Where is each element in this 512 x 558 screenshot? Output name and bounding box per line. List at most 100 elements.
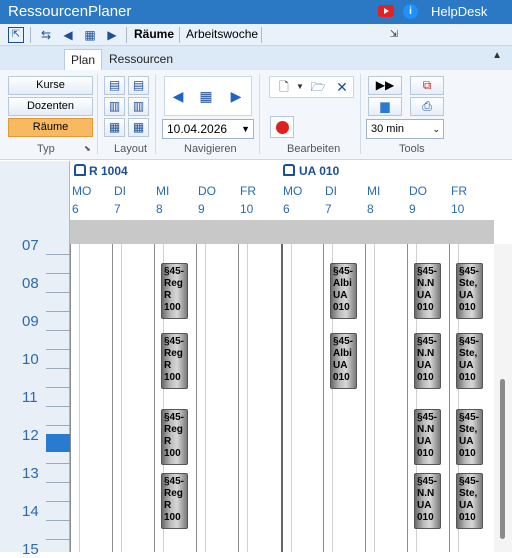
appointment[interactable]: §45- N.N UA 010 <box>414 473 441 529</box>
appointment[interactable]: §45- Ste, UA 010 <box>456 333 483 389</box>
appointment[interactable]: §45- Ste, UA 010 <box>456 409 483 465</box>
appointment[interactable]: §45- Reg R 100 <box>161 263 188 319</box>
nav-right-icon[interactable]: ▶ <box>104 27 120 43</box>
appointment-line: Ste, <box>459 348 478 359</box>
date-picker[interactable]: 10.04.2026 ▼ <box>162 119 254 139</box>
chevron-down-icon[interactable]: ⌄ <box>432 120 440 138</box>
separator <box>360 74 361 154</box>
appointment-line: 100 <box>164 448 181 459</box>
day-name: FR <box>240 184 256 198</box>
separator <box>155 74 156 154</box>
view-arbeitswoche-button[interactable]: Arbeitswoche <box>186 27 258 41</box>
appointment[interactable]: §45- Reg R 100 <box>161 473 188 529</box>
appointment[interactable]: §45- N.N UA 010 <box>414 333 441 389</box>
info-icon[interactable]: i <box>403 4 418 19</box>
typ-dozenten-button[interactable]: Dozenten <box>8 97 93 116</box>
fast-forward-icon[interactable]: ▶▶ <box>368 76 402 95</box>
nav-left-icon[interactable]: ◀ <box>60 27 76 43</box>
pin-window-icon[interactable]: ⇱ <box>8 27 24 43</box>
calendar-icon[interactable]: ▦ <box>82 27 98 43</box>
group-label-tools: Tools <box>399 143 425 155</box>
calendar-view: R 1004 UA 010 MO 6 DI 7 MI 8 DO 9 FR 10 … <box>0 161 512 558</box>
hour-label: 12 <box>22 427 39 444</box>
appointment-line: R <box>164 436 172 447</box>
appointment-line: 100 <box>164 372 181 383</box>
nav-prev-icon[interactable]: ◀ <box>170 88 186 104</box>
day-column[interactable] <box>238 244 281 552</box>
helpdesk-link[interactable]: HelpDesk <box>431 4 487 19</box>
calendar-today-icon[interactable]: ▦ <box>198 88 214 104</box>
hour-rule <box>46 482 70 483</box>
scrollbar-thumb[interactable] <box>500 379 505 539</box>
tab-ressourcen[interactable]: Ressourcen <box>103 49 179 70</box>
copy-icon[interactable]: ⧉ <box>410 76 444 95</box>
layout-columns-icon[interactable]: ▦ <box>128 118 149 137</box>
tab-plan[interactable]: Plan <box>64 49 103 70</box>
hour-rule <box>46 425 70 426</box>
typ-kurse-button[interactable]: Kurse <box>8 76 93 95</box>
day-number: 7 <box>114 202 121 216</box>
appointment[interactable]: §45- N.N UA 010 <box>414 409 441 465</box>
appointment[interactable]: §45- Albi UA 010 <box>330 263 357 319</box>
typ-raume-button[interactable]: Räume <box>8 118 93 137</box>
open-folder-icon[interactable]: 🗁 <box>310 79 326 95</box>
hour-label: 09 <box>22 313 39 330</box>
appointment[interactable]: §45- Reg R 100 <box>161 409 188 465</box>
appointment-line: Albi <box>333 348 352 359</box>
chevron-down-icon[interactable]: ▼ <box>241 120 250 138</box>
hour-label: 15 <box>22 541 39 558</box>
day-column[interactable] <box>281 244 323 552</box>
vertical-scrollbar[interactable] <box>494 244 512 552</box>
separator <box>126 27 127 43</box>
time-gutter: 07 08 09 10 11 12 13 14 15 <box>0 237 70 558</box>
appointment-line: 010 <box>333 372 350 383</box>
appointment-line: 010 <box>459 372 476 383</box>
appointment-line: Reg <box>164 424 183 435</box>
hour-rule <box>46 292 70 293</box>
record-button[interactable] <box>270 116 294 138</box>
appointment[interactable]: §45- Ste, UA 010 <box>456 263 483 319</box>
appointment-line: Reg <box>164 348 183 359</box>
interval-select[interactable]: 30 min ⌄ <box>366 119 444 139</box>
appointment-line: N.N <box>417 488 435 499</box>
appointment-line: §45- <box>417 336 438 347</box>
print-icon[interactable]: ⎙ <box>410 97 444 116</box>
youtube-icon[interactable] <box>378 5 394 17</box>
nav-next-icon[interactable]: ▶ <box>228 88 244 104</box>
appointment-line: Reg <box>164 278 183 289</box>
separator <box>259 74 260 154</box>
day-number: 9 <box>198 202 205 216</box>
collapse-ribbon-icon[interactable]: ▲ <box>492 50 502 61</box>
refresh-icon[interactable]: ⇆ <box>38 27 54 43</box>
delete-icon[interactable]: ✕ <box>334 79 350 95</box>
day-name: DI <box>325 184 337 198</box>
day-number: 7 <box>325 202 332 216</box>
appointment[interactable]: §45- N.N UA 010 <box>414 263 441 319</box>
layout-timeline-icon[interactable]: ▦ <box>104 118 125 137</box>
day-column[interactable] <box>112 244 154 552</box>
appointment[interactable]: §45- Reg R 100 <box>161 333 188 389</box>
day-column[interactable] <box>365 244 407 552</box>
hour-rule <box>46 349 70 350</box>
all-day-row[interactable] <box>70 220 494 244</box>
layout-week-icon[interactable]: ▤ <box>128 76 149 95</box>
layout-day-icon[interactable]: ▤ <box>104 76 125 95</box>
appointment-line: Albi <box>333 278 352 289</box>
new-item-icon[interactable]: 🗋 <box>276 79 292 95</box>
appointment-line: §45- <box>333 266 354 277</box>
appointment[interactable]: §45- Albi UA 010 <box>330 333 357 389</box>
separator <box>261 27 262 43</box>
layout-month-icon[interactable]: ▥ <box>128 97 149 116</box>
separator <box>30 27 31 43</box>
appointment-line: 010 <box>417 448 434 459</box>
day-column[interactable] <box>196 244 238 552</box>
view-raume-button[interactable]: Räume <box>134 27 174 41</box>
day-column[interactable] <box>70 244 112 552</box>
hour-label: 14 <box>22 503 39 520</box>
bar-chart-icon[interactable]: ▆ <box>368 97 402 116</box>
new-item-dropdown-icon[interactable]: ▼ <box>292 79 308 95</box>
day-name: MI <box>367 184 381 198</box>
layout-workweek-icon[interactable]: ▥ <box>104 97 125 116</box>
dialog-launcher-icon[interactable]: ⬊ <box>84 144 91 153</box>
appointment[interactable]: §45- Ste, UA 010 <box>456 473 483 529</box>
